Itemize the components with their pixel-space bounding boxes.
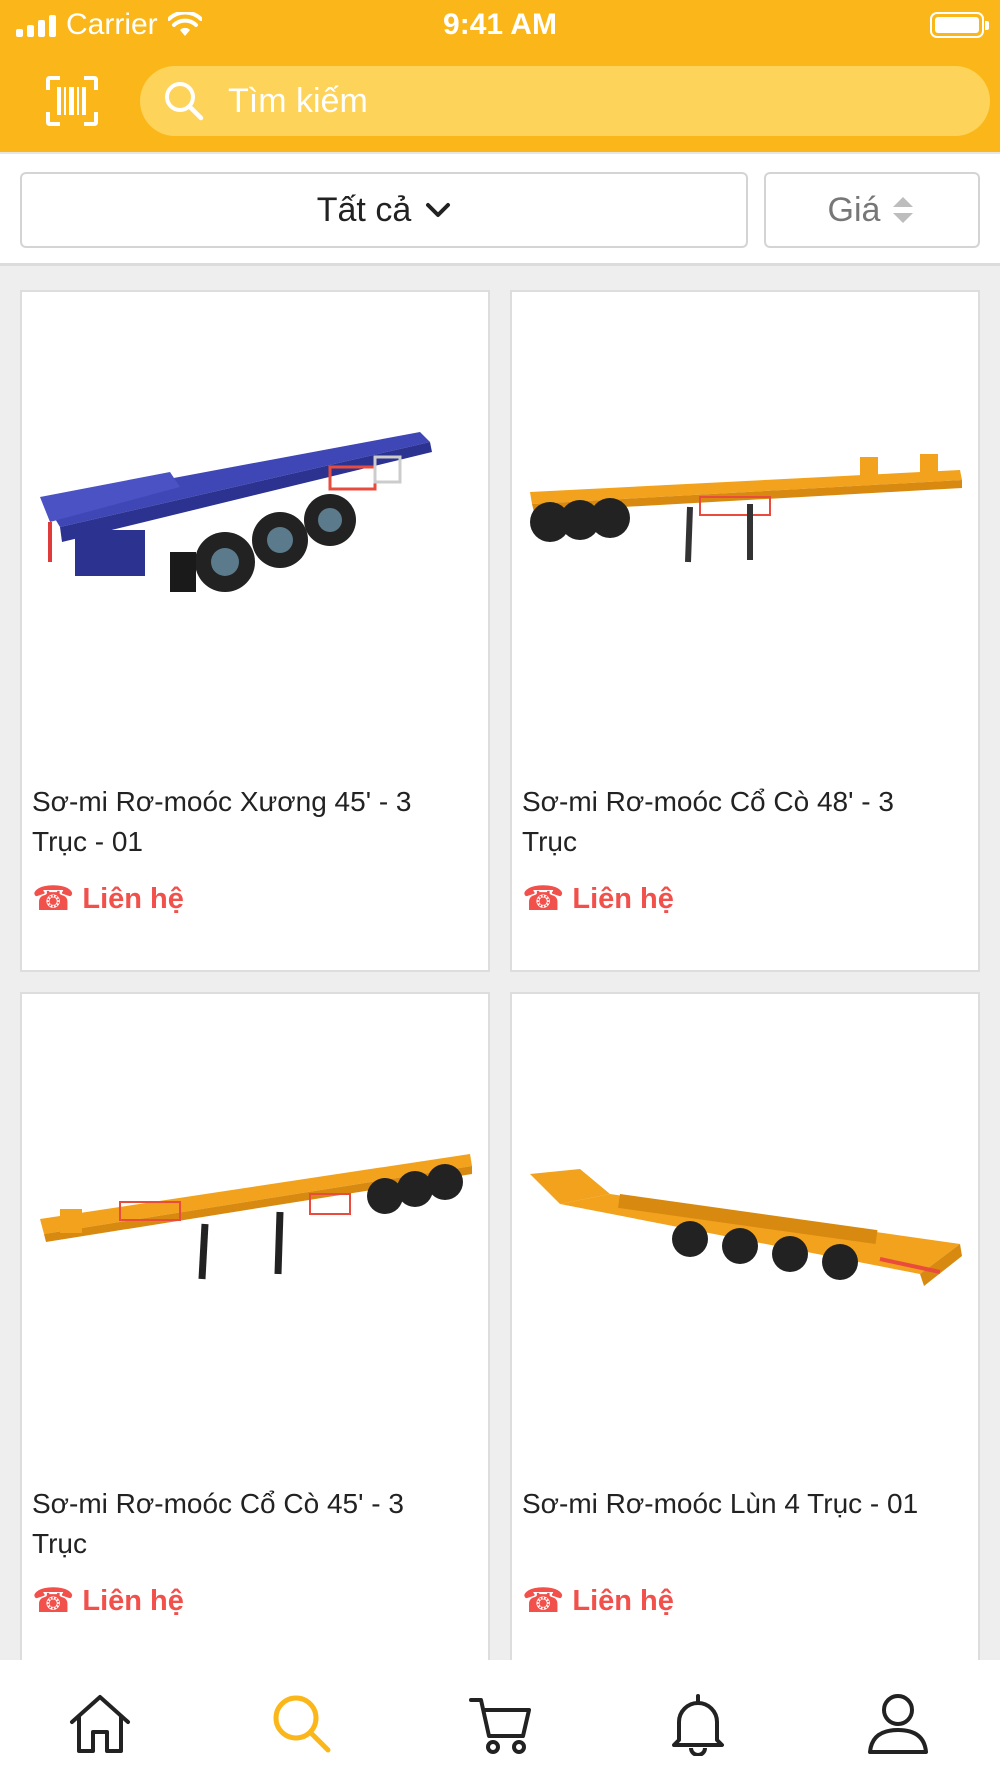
tab-home[interactable]: [60, 1684, 140, 1764]
phone-icon: ☎: [32, 1582, 75, 1620]
battery-icon: [930, 12, 989, 38]
home-icon: [70, 1695, 130, 1753]
phone-icon: ☎: [522, 1582, 565, 1620]
product-image[interactable]: [22, 994, 488, 1454]
price-label: Liên hệ: [572, 882, 674, 915]
product-name[interactable]: Sơ-mi Rơ-moóc Cổ Cò 48' - 3 Trục: [522, 782, 932, 862]
category-filter-button[interactable]: Tất cả: [20, 172, 748, 248]
cart-icon: [469, 1698, 531, 1754]
price-label: Liên hệ: [82, 882, 184, 915]
product-name[interactable]: Sơ-mi Rơ-moóc Cổ Cò 45' - 3 Trục: [32, 1484, 442, 1564]
sort-icon: [893, 197, 914, 223]
status-time: 9:41 AM: [443, 8, 557, 41]
search-placeholder: Tìm kiếm: [228, 81, 368, 120]
tab-search[interactable]: [262, 1684, 342, 1764]
product-name[interactable]: Sơ-mi Rơ-moóc Xương 45' - 3 Trục - 01: [32, 782, 442, 862]
user-icon: [868, 1694, 928, 1754]
phone-icon: ☎: [32, 880, 75, 918]
price-sort-label: Giá: [827, 190, 881, 229]
product-name[interactable]: Sơ-mi Rơ-moóc Lùn 4 Trục - 01: [522, 1484, 932, 1524]
status-bar: Carrier 9:41 AM: [0, 0, 1000, 56]
header: Tìm kiếm: [0, 56, 1000, 154]
category-filter-label: Tất cả: [316, 190, 412, 229]
price-label: Liên hệ: [572, 1584, 674, 1617]
bell-icon: [672, 1694, 724, 1756]
tab-cart[interactable]: [460, 1684, 540, 1764]
product-price: ☎ Liên hệ: [32, 1584, 184, 1618]
product-image[interactable]: [512, 292, 978, 752]
tab-account[interactable]: [858, 1684, 938, 1764]
bottom-tab-bar: [0, 1660, 1000, 1778]
search-icon: [273, 1695, 331, 1753]
search-icon: [165, 82, 204, 121]
product-price: ☎ Liên hệ: [522, 1584, 674, 1618]
tab-notifications[interactable]: [658, 1684, 738, 1764]
chevron-down-icon: [426, 203, 451, 217]
search-input[interactable]: Tìm kiếm: [140, 66, 990, 136]
product-image[interactable]: [512, 994, 978, 1454]
product-card[interactable]: Sơ-mi Rơ-moóc Cổ Cò 48' - 3 Trục ☎ Liên …: [510, 290, 980, 972]
product-price: ☎ Liên hệ: [32, 882, 184, 916]
price-label: Liên hệ: [82, 1584, 184, 1617]
product-price: ☎ Liên hệ: [522, 882, 674, 916]
phone-icon: ☎: [522, 880, 565, 918]
product-card[interactable]: Sơ-mi Rơ-moóc Cổ Cò 45' - 3 Trục ☎ Liên …: [20, 992, 490, 1692]
product-card[interactable]: Sơ-mi Rơ-moóc Xương 45' - 3 Trục - 01 ☎ …: [20, 290, 490, 972]
filter-bar: Tất cả Giá: [0, 154, 1000, 266]
price-sort-button[interactable]: Giá: [764, 172, 980, 248]
product-image[interactable]: [22, 292, 488, 752]
barcode-scan-icon[interactable]: [46, 76, 98, 126]
product-card[interactable]: Sơ-mi Rơ-moóc Lùn 4 Trục - 01 ☎ Liên hệ: [510, 992, 980, 1692]
